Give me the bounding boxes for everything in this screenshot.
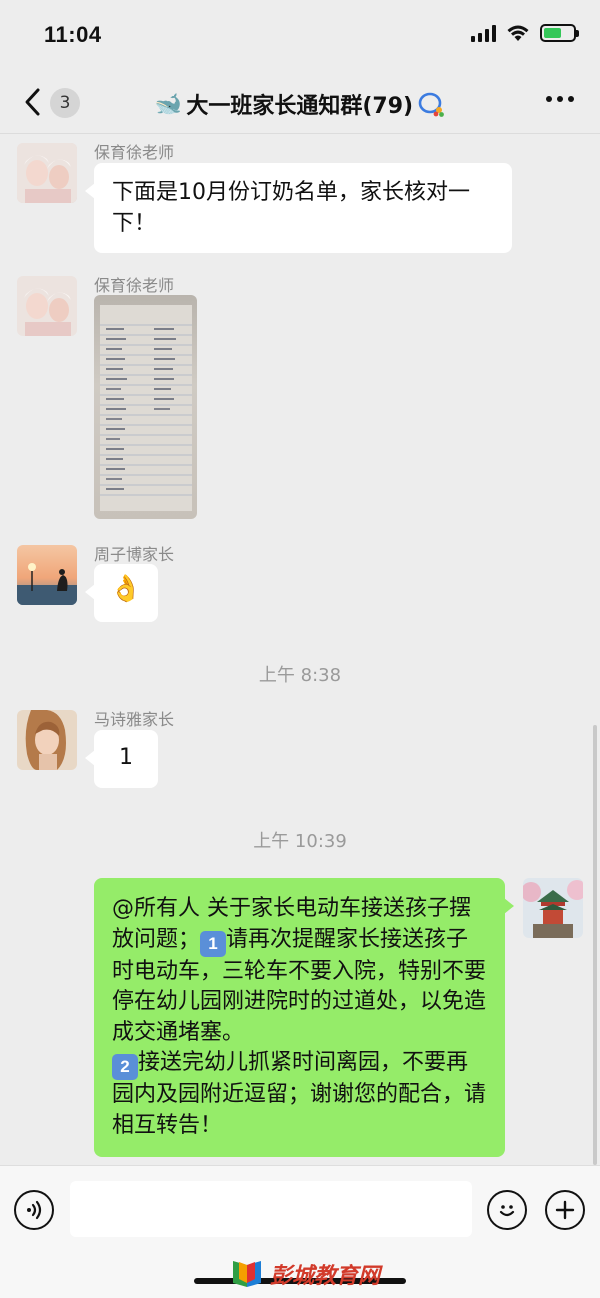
message-bubble[interactable]: 1	[85, 730, 158, 788]
message-input[interactable]	[70, 1181, 472, 1237]
plus-icon	[555, 1200, 575, 1220]
status-time: 11:04	[44, 22, 102, 47]
watermark-text: 彭城教育网	[270, 1263, 381, 1289]
chat-title-text: 大一班家长通知群(79)	[186, 94, 414, 119]
avatar[interactable]	[17, 545, 77, 605]
watermark: 彭城教育网	[230, 1258, 380, 1290]
sender-name: 保育徐老师	[94, 276, 175, 295]
image-message[interactable]	[94, 295, 197, 519]
emoji-message[interactable]: 👌	[85, 564, 158, 622]
battery-icon	[540, 24, 579, 42]
book-logo-icon	[233, 1261, 261, 1287]
avatar[interactable]	[17, 276, 77, 336]
keycap-number-icon: 1	[200, 930, 227, 957]
avatar[interactable]	[17, 710, 77, 770]
message-bubble[interactable]: 下面是10月份订奶名单，家长核对一下！	[85, 163, 512, 253]
voice-button[interactable]	[14, 1190, 54, 1230]
chat-area[interactable]: 保育徐老师 下面是10月份订奶名单，家长核对一下！ 保育徐老师 周子博家长 👌 …	[0, 135, 600, 1165]
scrollbar[interactable]	[593, 725, 597, 1165]
time-separator: 上午 8:38	[258, 665, 342, 686]
smile-icon	[499, 1205, 515, 1217]
status-bar: 11:04	[0, 0, 600, 72]
whale-icon: 🐋	[154, 91, 183, 117]
voice-icon	[27, 1200, 42, 1220]
sender-name: 保育徐老师	[94, 143, 175, 162]
avatar[interactable]	[17, 143, 77, 203]
input-bar: 彭城教育网	[0, 1165, 600, 1298]
own-message-bubble[interactable]: @所有人 关于家长电动车接送孩子摆放问题； 1 请再次提醒家长接送孩子时电动车，三轮…	[94, 878, 514, 1157]
sender-name: 马诗雅家长	[94, 710, 175, 729]
more-functions-button[interactable]	[545, 1190, 585, 1230]
wifi-icon	[507, 25, 529, 41]
keycap-number-icon: 2	[112, 1054, 138, 1080]
message-text-part: 接送完幼儿抓紧时间离园，不要再园内及园附近逗留；谢谢您的配合，请相互转告！	[112, 1050, 487, 1138]
emoji-button[interactable]	[487, 1190, 527, 1230]
enterprise-wechat-icon	[418, 92, 444, 117]
time-separator: 上午 10:39	[253, 831, 347, 852]
more-options-icon[interactable]	[546, 96, 574, 102]
own-avatar[interactable]	[523, 878, 583, 938]
sender-name: 周子博家长	[94, 545, 175, 564]
chat-title: 🐋 大一班家长通知群(79)	[0, 88, 600, 120]
status-icons	[471, 24, 579, 42]
nav-bar: 3 🐋 大一班家长通知群(79)	[0, 72, 600, 134]
signal-icon	[471, 24, 496, 42]
